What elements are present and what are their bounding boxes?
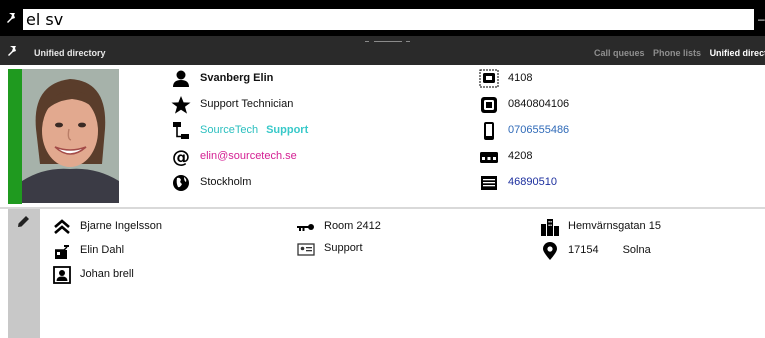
tab-phone-lists[interactable]: Phone lists [653,48,701,58]
field-email: @ elin@sourcetech.se [170,147,430,167]
assistant-name[interactable]: Elin Dahl [80,244,124,256]
pin-icon[interactable] [7,45,19,57]
svg-text:@: @ [172,147,190,167]
directory-toolbar: Unified directory Call queues Phone list… [0,36,765,65]
detail-room: Room 2412 [296,217,496,237]
mobile-phone-icon [484,122,494,140]
detail-colleague: Johan brell [52,265,252,285]
phone-extension[interactable]: 4108 [508,72,532,84]
pin-icon[interactable] [6,12,18,24]
org-hierarchy-icon [173,122,189,139]
contact-details: Bjarne Ingelsson Elin Dahl Johan brell R… [0,209,765,338]
colleague-name[interactable]: Johan brell [80,268,134,280]
field-title: Support Technician [170,95,430,115]
double-chevron-up-icon [54,219,70,234]
phone-office[interactable]: 0840804106 [508,98,569,110]
detail-street: Hemvärnsgatan 15 [540,217,760,237]
detail-postal: 17154 Solna [540,241,760,261]
field-location: Stockholm [170,173,430,193]
contact-title: Support Technician [200,98,294,110]
contact-name: Svanberg Elin [200,72,274,84]
field-fax: 46890510 [478,173,678,193]
room-label: Room 2412 [324,220,381,232]
phone-fax[interactable]: 46890510 [508,176,557,188]
resize-grip[interactable] [365,39,420,44]
street-address: Hemvärnsgatan 15 [568,220,661,232]
manager-name[interactable]: Bjarne Ingelsson [80,220,162,232]
buildings-icon [541,219,559,236]
phone-mobile[interactable]: 0706555486 [508,124,569,136]
detail-manager: Bjarne Ingelsson [52,217,252,237]
presence-status-bar [8,69,22,204]
globe-icon [173,175,189,191]
city-name: Solna [622,244,651,256]
tab-call-queues[interactable]: Call queues [594,48,645,58]
contact-card: Svanberg Elin Support Technician SourceT… [0,65,765,208]
view-tabs: Call queues Phone lists Unified directo [594,48,765,58]
id-badge-icon [297,243,315,256]
field-mobile: 0706555486 [478,121,678,141]
field-name: Svanberg Elin [170,69,430,89]
map-pin-icon [543,242,557,260]
group-label: Support [324,242,363,254]
fax-icon [481,176,497,190]
edit-gutter [8,209,40,338]
switchboard-icon [480,152,498,163]
field-office-phone: 0840804106 [478,95,678,115]
detail-assistant: Elin Dahl [52,241,252,261]
tab-unified-directory[interactable]: Unified directo [710,48,765,58]
contact-email[interactable]: elin@sourcetech.se [200,150,297,162]
assistant-icon [55,245,69,259]
contact-card-icon [53,266,71,284]
person-icon [173,70,189,87]
field-organization: SourceTech Support [170,121,430,141]
field-extension: 4108 [478,69,678,89]
postal-code: 17154 [568,244,599,256]
pencil-icon[interactable] [17,215,30,228]
extension-phone-icon [479,69,499,88]
toolbar-title: Unified directory [34,48,106,58]
close-icon[interactable]: – [758,12,765,26]
contact-department[interactable]: Support [266,124,308,136]
search-bar: – [0,0,765,36]
contact-location: Stockholm [200,176,252,188]
desk-phone-icon [481,97,497,113]
key-icon [297,224,314,231]
detail-group: Support [296,239,496,259]
phone-switchboard[interactable]: 4208 [508,150,532,162]
field-switchboard: 4208 [478,147,678,167]
contact-company[interactable]: SourceTech [200,124,258,136]
search-input[interactable] [23,9,754,30]
star-icon [171,96,191,114]
contact-photo [22,69,119,203]
at-sign-icon: @ [172,147,190,167]
